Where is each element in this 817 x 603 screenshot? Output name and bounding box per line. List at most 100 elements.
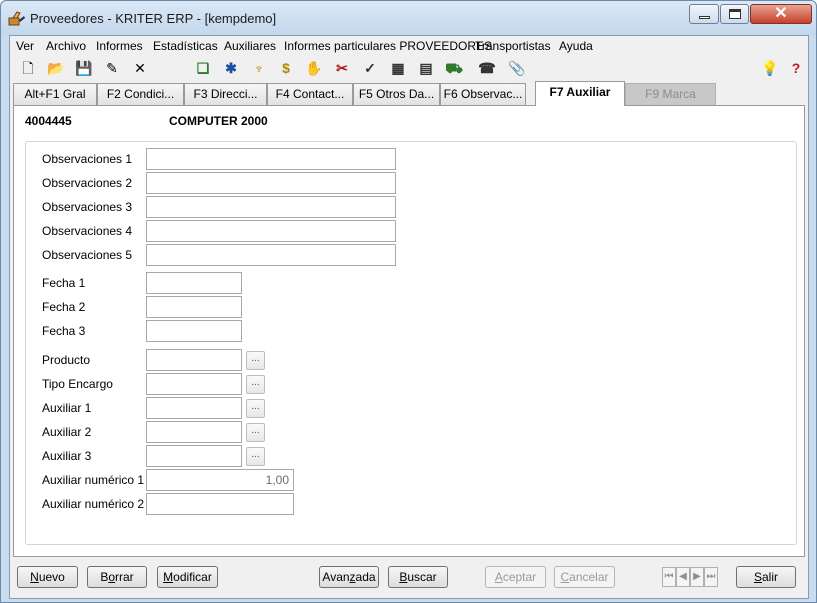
observaciones-5-field[interactable] [146, 244, 396, 266]
menu-item-estad-sticas[interactable]: Estadísticas [153, 39, 218, 53]
close-icon: ✕ [774, 5, 788, 22]
edit-icon[interactable]: ✎ [102, 58, 122, 78]
clipboard-icon[interactable]: ❏ [193, 58, 213, 78]
menu-item-informes[interactable]: Informes [96, 39, 143, 53]
auxiliar-1-lookup-button[interactable]: ... [246, 399, 265, 418]
save-icon[interactable]: 💾 [74, 58, 94, 78]
table-icon[interactable]: ▦ [388, 58, 408, 78]
cancelar-button: Cancelar [554, 566, 615, 588]
auxiliar-numerico-2-field[interactable] [146, 493, 294, 515]
observaciones-3-field[interactable] [146, 196, 396, 218]
tab-f6-observac[interactable]: F6 Observac... [440, 83, 526, 105]
lightbulb-icon[interactable]: 💡 [760, 58, 780, 78]
menu-item-archivo[interactable]: Archivo [46, 39, 86, 53]
fecha-3-field[interactable] [146, 320, 242, 342]
minimize-button[interactable] [689, 4, 719, 24]
hand-pointer-icon [8, 11, 25, 26]
client-area: Ver Archivo Informes Estadísticas Auxiliares… [9, 35, 809, 599]
menu-item-informes-particulares-proveedores[interactable]: Informes particulares PROVEEDORES [284, 39, 492, 53]
next-record-icon: ▶ [690, 567, 704, 587]
fecha-2-field[interactable] [146, 296, 242, 318]
help-icon[interactable]: ? [786, 58, 806, 78]
new-document-icon[interactable]: 🗋 [18, 58, 38, 78]
buscar-mnemonic: B [399, 570, 408, 584]
document-icon[interactable]: ▤ [416, 58, 436, 78]
auxiliar-2-field[interactable] [146, 421, 242, 443]
tipo-encargo-label: Tipo Encargo [42, 377, 113, 391]
title-bar[interactable]: Proveedores - KRITER ERP - [kempdemo] ✕ [1, 1, 816, 35]
app-window: Proveedores - KRITER ERP - [kempdemo] ✕ … [0, 0, 817, 603]
last-record-icon: ⏭ [704, 567, 718, 587]
tipo-encargo-lookup-button[interactable]: ... [246, 375, 265, 394]
toolbar: 🗋 📂 💾 ✎ ✕ ❏ ✱ ♆ $ ✋ ✂ ✓ ▦ ▤ ⛟ ☎ 📎 💡? [10, 56, 808, 80]
observaciones-4-field[interactable] [146, 220, 396, 242]
auxiliar-1-field[interactable] [146, 397, 242, 419]
buscar-button[interactable]: Buscar [388, 566, 448, 588]
trophy-icon[interactable]: ♆ [249, 58, 269, 78]
fecha-3-label: Fecha 3 [42, 324, 86, 338]
maximize-button[interactable] [720, 4, 749, 24]
observaciones-2-label: Observaciones 2 [42, 176, 133, 190]
fecha-1-field[interactable] [146, 272, 242, 294]
observaciones-4-label: Observaciones 4 [42, 224, 133, 238]
avanzada-button[interactable]: Avanzada [319, 566, 379, 588]
paperclip-icon[interactable]: 📎 [507, 58, 527, 78]
nuevo-button[interactable]: Nuevo [17, 566, 78, 588]
salir-button[interactable]: Salir [736, 566, 796, 588]
tab-f3-direcci[interactable]: F3 Direcci... [184, 83, 267, 105]
tab-alt-f1-gral[interactable]: Alt+F1 Gral [13, 83, 97, 105]
borrar-button[interactable]: Borrar [87, 566, 147, 588]
close-button[interactable]: ✕ [750, 4, 812, 24]
menu-bar: Ver Archivo Informes Estadísticas Auxiliares… [10, 36, 808, 55]
auxiliar-numerico-2-label: Auxiliar numérico 2 [42, 497, 145, 511]
observaciones-2-field[interactable] [146, 172, 396, 194]
aceptar-mnemonic: A [494, 570, 503, 584]
tab-f4-contact[interactable]: F4 Contact... [267, 83, 353, 105]
observaciones-1-field[interactable] [146, 148, 396, 170]
observaciones-1-label: Observaciones 1 [42, 152, 133, 166]
avanzada-mnemonic: z [349, 570, 356, 584]
auxiliar-numerico-1-field[interactable]: 1,00 [146, 469, 294, 491]
record-name: COMPUTER 2000 [169, 114, 268, 128]
menu-item-transportistas[interactable]: Transportistas [475, 39, 551, 53]
aceptar-button: Aceptar [485, 566, 546, 588]
tab-f9-marca: F9 Marca [625, 83, 716, 105]
tab-strip: Alt+F1 Gral F2 Condici... F3 Direcci... F4 … [10, 81, 808, 106]
tools-icon[interactable]: ✂ [332, 58, 352, 78]
tab-f7-auxiliar[interactable]: F7 Auxiliar [535, 81, 625, 106]
auxiliar-3-label: Auxiliar 3 [42, 449, 92, 463]
producto-field[interactable] [146, 349, 242, 371]
record-code: 4004445 [25, 114, 72, 128]
auxiliar-3-lookup-button[interactable]: ... [246, 447, 265, 466]
tab-f5-otros-da[interactable]: F5 Otros Da... [353, 83, 440, 105]
network-icon[interactable]: ✱ [221, 58, 241, 78]
record-navigator: ⏮ ◀ ▶ ⏭ [662, 567, 720, 587]
borrar-mnemonic: o [108, 570, 116, 584]
modificar-mnemonic: M [163, 570, 174, 584]
producto-label: Producto [42, 353, 91, 367]
delete-icon[interactable]: ✕ [130, 58, 150, 78]
tab-f2-condici[interactable]: F2 Condici... [97, 83, 184, 105]
auxiliar-panel: 4004445 COMPUTER 2000 Observaciones 1 Obs… [13, 105, 805, 557]
truck-icon[interactable]: ⛟ [444, 58, 464, 78]
previous-record-icon: ◀ [676, 567, 690, 587]
fecha-2-label: Fecha 2 [42, 300, 86, 314]
auxiliar-2-lookup-button[interactable]: ... [246, 423, 265, 442]
menu-item-ayuda[interactable]: Ayuda [559, 39, 593, 53]
menu-item-auxiliares[interactable]: Auxiliares [224, 39, 276, 53]
checklist-icon[interactable]: ✓ [360, 58, 380, 78]
auxiliar-3-field[interactable] [146, 445, 242, 467]
phone-icon[interactable]: ☎ [477, 58, 497, 78]
window-title: Proveedores - KRITER ERP - [kempdemo] [30, 11, 277, 26]
menu-item-ver[interactable]: Ver [16, 39, 34, 53]
minimize-icon [699, 16, 710, 19]
tipo-encargo-field[interactable] [146, 373, 242, 395]
dollar-icon[interactable]: $ [276, 58, 296, 78]
producto-lookup-button[interactable]: ... [246, 351, 265, 370]
modificar-button[interactable]: Modificar [157, 566, 218, 588]
observaciones-3-label: Observaciones 3 [42, 200, 133, 214]
salir-mnemonic: S [753, 570, 762, 584]
hand-icon[interactable]: ✋ [304, 58, 324, 78]
open-folder-icon[interactable]: 📂 [46, 58, 66, 78]
auxiliar-numerico-1-label: Auxiliar numérico 1 [42, 473, 145, 487]
